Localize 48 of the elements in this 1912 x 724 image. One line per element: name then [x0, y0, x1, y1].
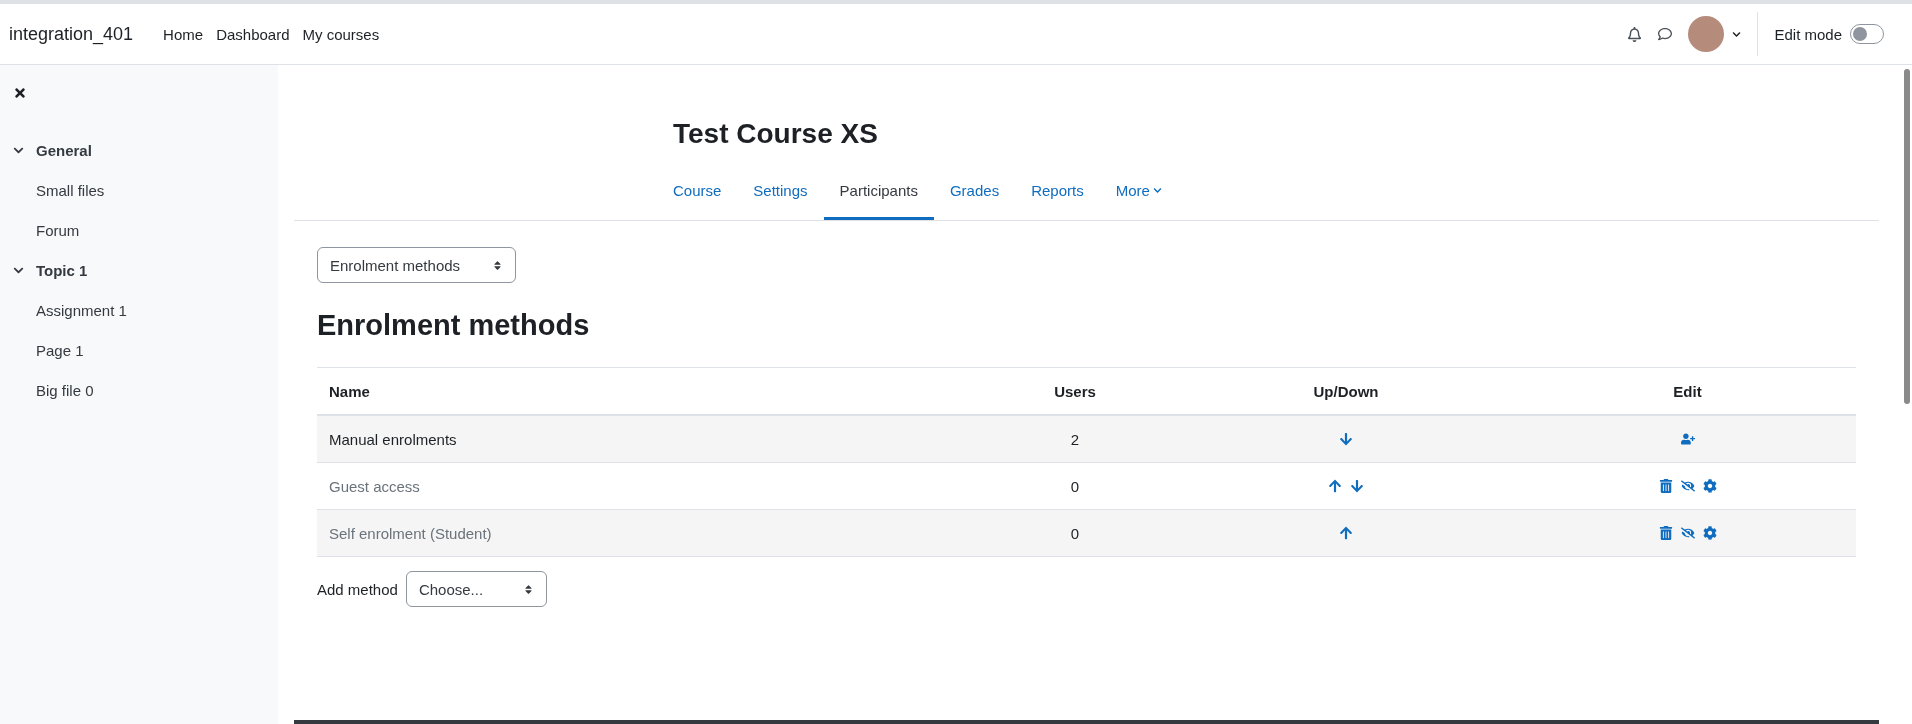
scrollbar[interactable]: [1904, 69, 1910, 404]
edit-mode-switch[interactable]: [1850, 24, 1884, 44]
trash-icon[interactable]: [1658, 526, 1673, 540]
arrow-up-icon[interactable]: [1339, 526, 1353, 540]
edit-mode-label: Edit mode: [1774, 25, 1842, 43]
tab[interactable]: Participants: [823, 170, 934, 220]
caret-icon[interactable]: [1732, 29, 1742, 39]
section-title[interactable]: General: [36, 141, 92, 159]
notification-icon[interactable]: [1627, 26, 1643, 42]
user-plus-icon[interactable]: [1680, 432, 1695, 446]
sidebar-item[interactable]: Forum: [13, 210, 278, 250]
tab[interactable]: Course: [673, 170, 738, 220]
tab[interactable]: Grades: [933, 170, 1016, 220]
eye-slash-icon[interactable]: [1680, 526, 1695, 540]
tab[interactable]: More: [1099, 170, 1178, 220]
page-select[interactable]: Enrolment methods: [317, 247, 517, 283]
settings-icon[interactable]: [1702, 479, 1717, 493]
tab[interactable]: Reports: [1015, 170, 1100, 220]
table-cell: Self enrolment (Student): [317, 510, 977, 557]
message-icon[interactable]: [1658, 27, 1673, 41]
site-name[interactable]: integration_401: [9, 23, 134, 45]
table-cell: 0: [977, 510, 1173, 557]
settings-icon[interactable]: [1702, 526, 1717, 540]
sidebar-item[interactable]: Assignment 1: [13, 290, 278, 330]
method-select[interactable]: Choose...: [405, 571, 548, 607]
course-title: Test Course XS: [673, 118, 879, 150]
sidebar-item[interactable]: Big file 0: [13, 370, 278, 410]
close-icon[interactable]: [13, 86, 27, 100]
arrow-down-icon[interactable]: [1350, 479, 1364, 493]
avatar[interactable]: [1688, 16, 1725, 52]
table-cell: 2: [977, 416, 1173, 463]
nav-link[interactable]: Dashboard: [216, 25, 290, 43]
trash-icon[interactable]: [1658, 479, 1673, 493]
arrow-up-icon[interactable]: [1328, 479, 1342, 493]
eye-slash-icon[interactable]: [1680, 479, 1695, 493]
caret-icon: [1152, 186, 1162, 195]
section-title[interactable]: Topic 1: [36, 261, 88, 279]
sort-icon: [492, 259, 504, 271]
nav-link[interactable]: My courses: [302, 25, 380, 43]
add-method-label: Add method: [317, 580, 398, 598]
sidebar-item[interactable]: Page 1: [13, 330, 278, 370]
tab[interactable]: Settings: [737, 170, 824, 220]
table-cell: Manual enrolments: [317, 416, 977, 463]
nav-link[interactable]: Home: [163, 25, 204, 43]
sort-icon: [523, 583, 535, 595]
sidebar-item[interactable]: Small files: [13, 170, 278, 210]
arrow-down-icon[interactable]: [1339, 432, 1353, 446]
page-heading: Enrolment methods: [317, 309, 591, 342]
